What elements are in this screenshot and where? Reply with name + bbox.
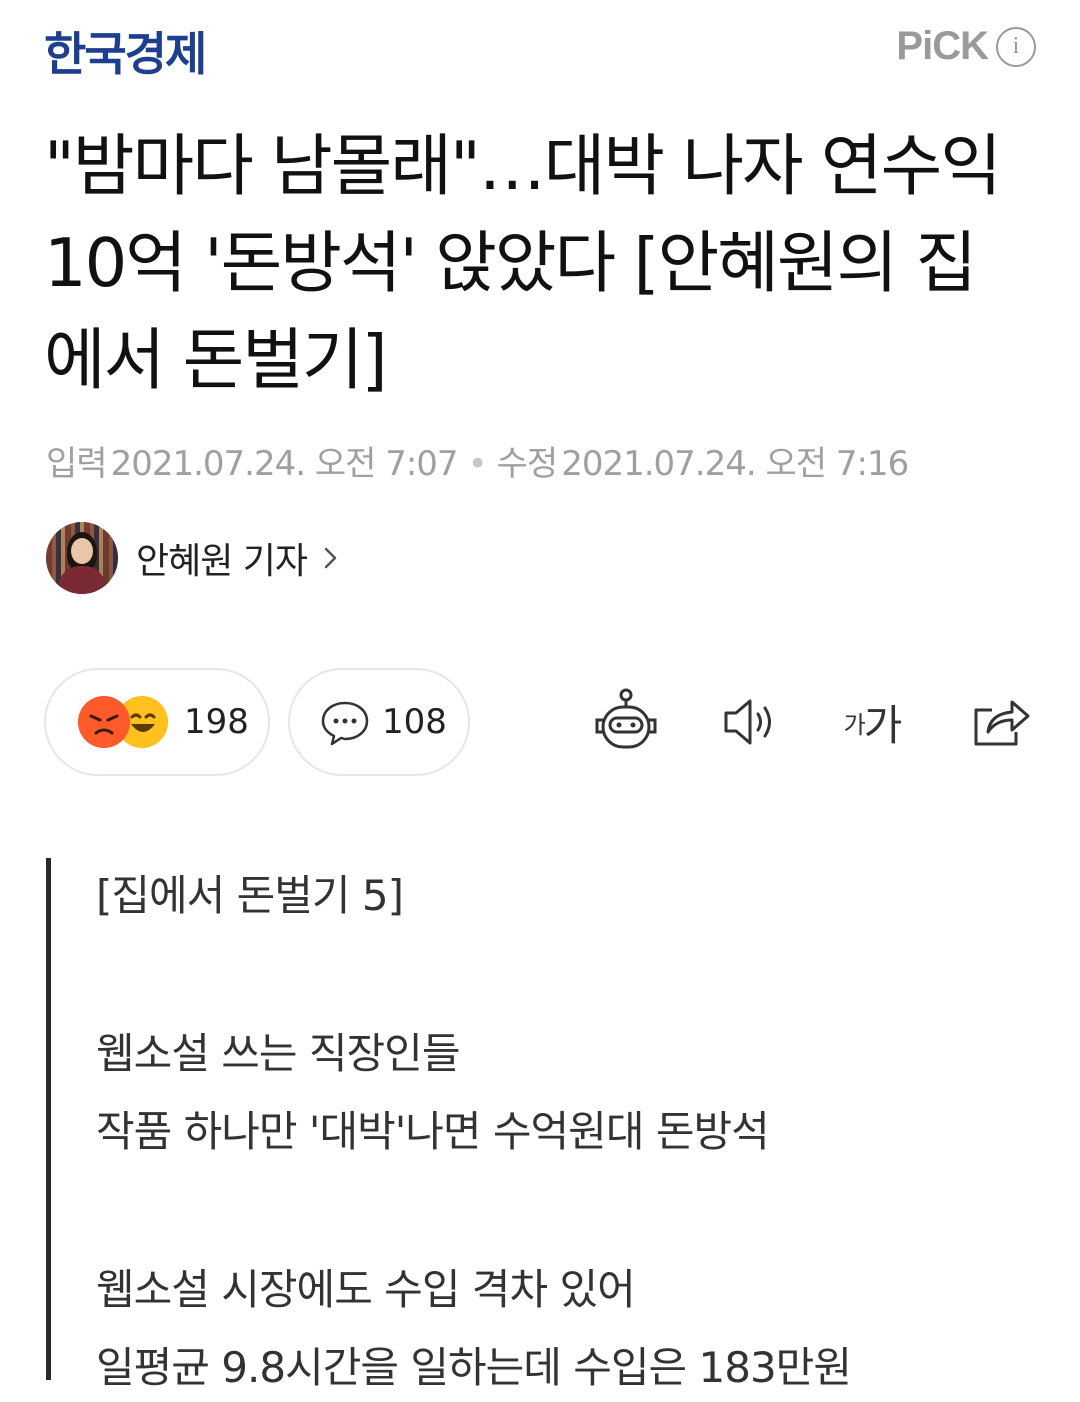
comment-icon [321, 701, 369, 746]
font-size-small-label: 가 [843, 710, 866, 739]
modified-label: 수정 [496, 444, 559, 484]
summary-line: 일평균 9.8시간을 일하는데 수입은 183만원 [96, 1343, 852, 1392]
series-tag: [집에서 돈벌기 5] [96, 871, 404, 920]
info-icon[interactable]: i [996, 26, 1036, 67]
press-logo[interactable]: 한국경제 [44, 18, 207, 84]
share-icon [974, 700, 1030, 746]
input-label: 입력 [46, 444, 108, 484]
font-size-big-label: 가 [863, 700, 903, 750]
article-datetime: 입력 2021.07.24. 오전 7:07 • 수정 2021.07.24. 오전 7… [46, 436, 909, 485]
input-datetime: 2021.07.24. 오전 7:07 [110, 444, 459, 484]
reporter-link[interactable]: 안혜원 기자 [46, 522, 345, 594]
summary-line: 웹소설 쓰는 직장인들 [96, 1029, 460, 1078]
reaction-count: 198 [184, 702, 249, 742]
angry-emoji-icon [78, 696, 130, 748]
article-header: 한국경제 PiCK i [0, 0, 1080, 100]
summary-bot-button[interactable] [590, 686, 662, 758]
share-button[interactable] [964, 686, 1036, 758]
pick-badge[interactable]: PiCK i [896, 24, 1036, 69]
summary-line: 웹소설 시장에도 수입 격차 있어 [96, 1265, 636, 1314]
font-size-button[interactable]: 가가 [836, 686, 908, 758]
robot-icon [595, 688, 657, 749]
chevron-right-icon [324, 547, 337, 569]
tts-button[interactable] [714, 686, 786, 758]
comment-count: 108 [382, 702, 447, 742]
modified-datetime: 2021.07.24. 오전 7:16 [561, 444, 909, 484]
summary-line: 작품 하나만 '대박'나면 수억원대 돈방석 [96, 1107, 770, 1156]
reporter-name: 안혜원 기자 [136, 541, 308, 582]
article-summary: [집에서 돈벌기 5] 웹소설 쓰는 직장인들 작품 하나만 '대박'나면 수억… [46, 858, 1006, 1392]
separator-dot: • [467, 444, 488, 484]
reporter-avatar [46, 522, 118, 594]
article-headline: "밤마다 남몰래"…대박 나자 연수익 10억 '돈방석' 앉았다 [안혜원의 … [44, 127, 1002, 399]
comment-button[interactable]: 108 [288, 668, 470, 776]
speaker-icon [724, 699, 771, 745]
reaction-button[interactable]: 198 [44, 668, 270, 776]
pick-label: PiCK [896, 24, 989, 68]
